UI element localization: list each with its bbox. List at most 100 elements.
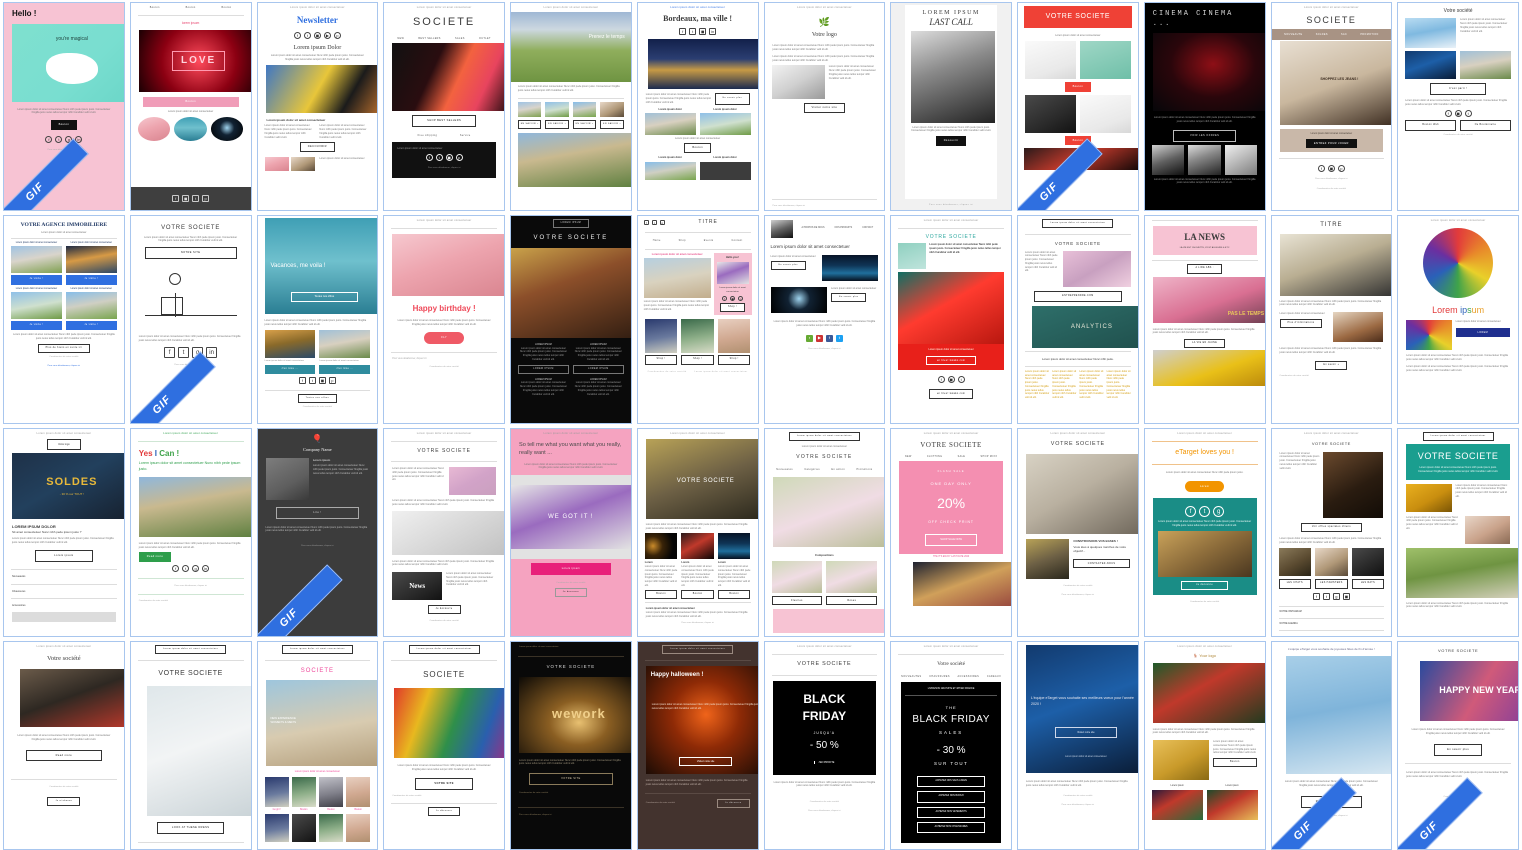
pinterest-icon[interactable]: p: [738, 295, 744, 301]
template-card-34[interactable]: Lorem ipsum dolor sit amet consectetuer …: [1143, 428, 1266, 637]
linkedin-icon[interactable]: in: [202, 565, 210, 572]
cta-button[interactable]: LOOK AT THESE DRESS: [156, 822, 225, 835]
nav-item[interactable]: Nouveautés: [776, 468, 793, 471]
unsubscribe-link[interactable]: Pour vous désabonner, cliquez ici: [765, 807, 885, 816]
cta-button[interactable]: Bouton: [346, 809, 370, 812]
preheader[interactable]: Lorem ipsum dolor sit amet consectetuer: [788, 432, 860, 442]
cta-button[interactable]: SHOP BEST SELLERS: [412, 115, 477, 127]
cta-button[interactable]: Ne Boutonnette: [1460, 119, 1511, 131]
twitter-icon[interactable]: t: [303, 31, 311, 39]
cta-button[interactable]: Voir offres spéciales chiens: [1300, 522, 1362, 532]
template-card-13[interactable]: VOTRE AGENCE IMMOBILIERE Lorem ipsum dol…: [3, 215, 125, 424]
cta-button[interactable]: Fleuries: [771, 595, 823, 606]
cta-button[interactable]: ACHETEZ NOS SACS A MAIN: [917, 775, 985, 788]
youtube-icon[interactable]: ▶: [323, 31, 331, 39]
cta-button[interactable]: J'en rêve ...: [264, 364, 316, 375]
cta-button[interactable]: Je visite !: [65, 275, 117, 285]
cta-button[interactable]: EN SAVOIR +: [572, 120, 597, 130]
facebook-icon[interactable]: f: [679, 28, 687, 36]
template-card-15[interactable]: Vacances, me voila ! Toutes nos offres L…: [256, 215, 379, 424]
badge-top[interactable]: LOREM IPSUM: [552, 219, 590, 229]
template-card-30[interactable]: Lorem ipsum dolor sit amet consectetuer …: [636, 428, 759, 637]
facebook-icon[interactable]: f: [293, 31, 301, 39]
unsubscribe-link[interactable]: Pour vous désabonner, cliquez ici: [4, 362, 124, 371]
nav-item[interactable]: NOUVEAUTE: [1284, 33, 1302, 36]
nav-item[interactable]: Bouton: [150, 6, 160, 9]
preheader[interactable]: Lorem ipsum dolor sit amet consectetuer: [1042, 219, 1114, 229]
pinterest-icon[interactable]: p: [202, 195, 210, 202]
template-card-29[interactable]: Lorem ipsum dolor sit amet consectetuer …: [510, 428, 632, 637]
cta-button[interactable]: Bouton: [319, 809, 343, 812]
nav-bar[interactable]: Nouveautés Catégories En action Promotio…: [765, 465, 885, 474]
social-links[interactable]: f ◼ t: [1398, 109, 1518, 117]
nav-item[interactable]: En action: [831, 468, 845, 471]
template-card-38[interactable]: Lorem ipsum dolor sit amet consectetuer …: [129, 641, 252, 850]
nav-bar[interactable]: NEW CLOTHING SALE SHOP MIXX: [891, 452, 1011, 461]
nav-item[interactable]: ACCESSOIRES: [957, 675, 979, 678]
nav-bar[interactable]: Bouton Bouton Bouton: [131, 3, 251, 12]
nav-item[interactable]: SOLDES: [1316, 33, 1328, 36]
facebook-icon[interactable]: f: [164, 347, 176, 359]
nav-bar[interactable]: NEW BEST SELLERS SALES OUTLET: [384, 34, 504, 43]
nav-item[interactable]: SHOP MIXX: [981, 455, 998, 458]
cta-button[interactable]: Plus de biens en vente ici: [37, 343, 91, 353]
footer-link[interactable]: Pour vous désabonner, cliquez ici: [929, 204, 973, 207]
cta-button[interactable]: Je découvre: [427, 605, 461, 615]
cta-button[interactable]: Read more: [138, 552, 172, 562]
preheader[interactable]: Lorem ipsum dolor sit amet consectetuer: [662, 645, 734, 655]
template-card-23[interactable]: TITRE Lorem ipsum dolor sit amet consect…: [1270, 215, 1393, 424]
nav-item[interactable]: Bouton: [186, 6, 196, 9]
unsubscribe-link[interactable]: Pour vous désabonner, cliquez ici: [131, 582, 251, 591]
template-card-16[interactable]: Lorem ipsum dolor sit amet consectetuer …: [383, 215, 505, 424]
nav-item[interactable]: Shop: [679, 239, 686, 242]
social-links[interactable]: f t ◼ in: [638, 28, 758, 36]
cta-button[interactable]: Je m'abonne: [47, 796, 81, 806]
nav-item[interactable]: Promotions: [856, 468, 872, 471]
cta-button[interactable]: Lire !: [275, 506, 360, 519]
nav-item[interactable]: NOS PRODUITS: [835, 227, 852, 230]
template-card-47[interactable]: L'équipe eTarget vous souhaite de joyeus…: [1270, 641, 1393, 850]
cta-button[interactable]: ACHETEZ NOS BIJOUX: [917, 791, 985, 803]
nav-item[interactable]: A PROPOS DE NOUS: [802, 227, 825, 230]
list-item[interactable]: Accessoires: [4, 602, 124, 610]
nav-bar[interactable]: NOUVEAUTES CHAUSSURES ACCESSOIRES CADEAU…: [891, 672, 1011, 681]
cta-button[interactable]: Bouton: [684, 143, 711, 153]
twitter-icon[interactable]: t: [178, 347, 190, 359]
cta-button[interactable]: En savoir plus: [831, 293, 867, 303]
template-card-48[interactable]: VOTRE SOCIETE HAPPY NEW YEAR Lorem ipsum…: [1397, 641, 1519, 850]
twitter-icon[interactable]: t: [689, 28, 697, 36]
facebook-icon[interactable]: f: [1312, 592, 1320, 600]
twitter-icon[interactable]: t: [1322, 592, 1330, 600]
footer-nav[interactable]: Pour vous désabonner, cliquez ici: [891, 201, 1011, 210]
template-card-22[interactable]: LA NEWS LA VIE EST CHOUETTE, ICI ET AILL…: [1143, 215, 1266, 424]
template-card-2[interactable]: Bouton Bouton Bouton lorem ipsum LOVE Bo…: [129, 2, 252, 211]
twitter-icon[interactable]: t: [1464, 109, 1472, 117]
template-card-3[interactable]: Lorem ipsum dolor sit amet consectetuer …: [256, 2, 379, 211]
template-card-36[interactable]: Lorem ipsum dolor sit amet consectetuer …: [1397, 428, 1519, 637]
social-links[interactable]: f t ◼ p: [258, 377, 378, 385]
twitter-icon[interactable]: t: [308, 377, 316, 385]
template-card-24[interactable]: Lorem ipsum dolor sit amet consectetuer …: [1397, 215, 1519, 424]
facebook-icon[interactable]: f: [825, 334, 833, 342]
cta-button[interactable]: Shop !: [717, 355, 751, 365]
cta-button[interactable]: En savoir plus: [1434, 744, 1483, 757]
cta-button[interactable]: SHOP SALE NOW: [925, 534, 977, 547]
cta-button[interactable]: Toutes nos offres: [297, 394, 338, 404]
linkedin-icon[interactable]: in: [206, 347, 218, 359]
facebook-icon[interactable]: f: [172, 195, 180, 202]
cta-button[interactable]: En savoir +: [1315, 360, 1348, 371]
template-card-19[interactable]: A PROPOS DE NOUS NOS PRODUITS CONTACT Lo…: [763, 215, 886, 424]
instagram-icon[interactable]: ◼: [182, 195, 190, 202]
cta-button[interactable]: Shop !: [720, 302, 746, 313]
youtube-icon[interactable]: ▶: [815, 334, 823, 342]
cta-button[interactable]: Bouton: [644, 589, 678, 599]
pinterest-icon[interactable]: p: [455, 154, 463, 162]
nav-item[interactable]: NOUVEAUTES: [901, 675, 921, 678]
twitter-icon[interactable]: t: [55, 135, 63, 143]
cta-button[interactable]: Bouton: [292, 809, 316, 812]
template-card-20[interactable]: Lorem ipsum dolor sit amet consectetuer …: [890, 215, 1012, 424]
cta-button[interactable]: EN SAVOIR +: [600, 120, 624, 130]
facebook-icon[interactable]: f: [298, 377, 306, 385]
nav-item[interactable]: SALE: [958, 455, 966, 458]
cta-button[interactable]: EN SAVOIR +: [545, 120, 569, 130]
